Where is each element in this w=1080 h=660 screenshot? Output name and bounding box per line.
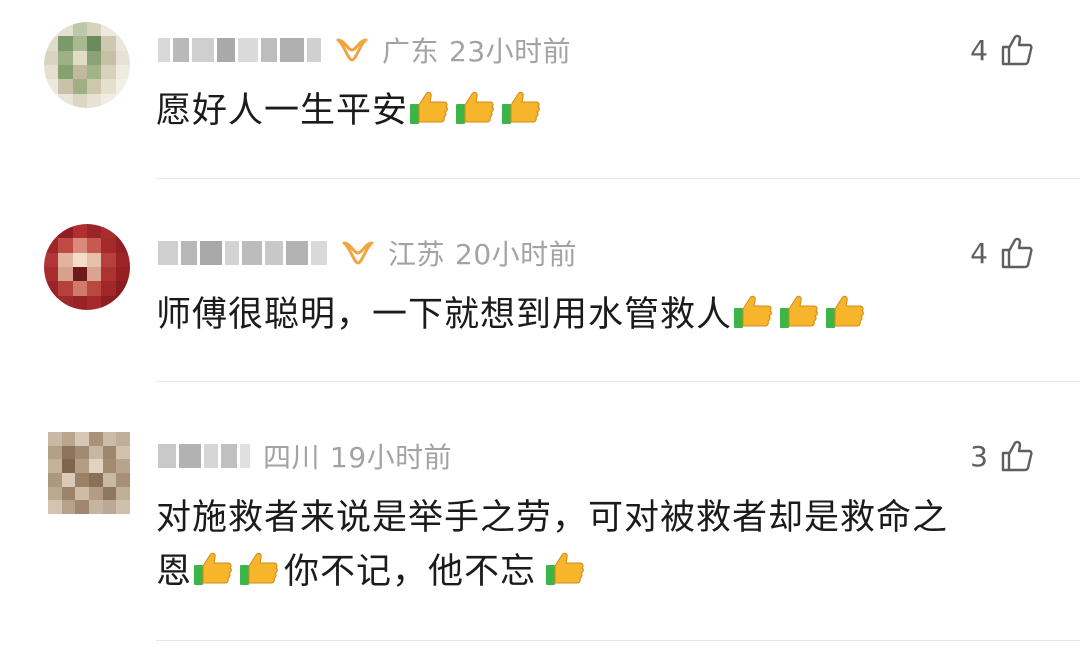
divider bbox=[156, 178, 1080, 179]
comment-meta: 广东 23小时前 bbox=[382, 30, 571, 70]
timestamp: 19小时前 bbox=[330, 441, 453, 474]
comment-text: 对施救者来说是举手之劳，可对被救者却是救命之 恩 你不记，他不忘 bbox=[156, 491, 1036, 599]
thumbs-up-emoji bbox=[410, 91, 448, 124]
thumbs-up-emoji bbox=[456, 91, 494, 124]
location: 四川 bbox=[263, 441, 321, 474]
thumbs-up-icon bbox=[1001, 237, 1033, 269]
thumbs-up-emoji bbox=[780, 295, 818, 328]
comment-header: 江苏 20小时前 bbox=[158, 233, 577, 273]
divider bbox=[156, 640, 1080, 641]
timestamp: 20小时前 bbox=[455, 238, 578, 271]
comment-body-line-1: 对施救者来说是举手之劳，可对被救者却是救命之 bbox=[156, 498, 949, 538]
comment-body-fragment: 你不记，他不忘 bbox=[284, 552, 537, 592]
username-blurred[interactable] bbox=[158, 238, 330, 268]
location: 广东 bbox=[382, 35, 440, 68]
location: 江苏 bbox=[388, 238, 446, 271]
avatar[interactable] bbox=[48, 432, 130, 514]
thumbs-up-emoji bbox=[826, 295, 864, 328]
like-button[interactable]: 4 bbox=[970, 30, 1034, 70]
like-count: 4 bbox=[970, 33, 988, 67]
comment-meta: 江苏 20小时前 bbox=[388, 233, 577, 273]
comment-text: 愿好人一生平安 bbox=[156, 84, 1036, 138]
timestamp: 23小时前 bbox=[449, 35, 572, 68]
comment-body-line-2: 恩 你不记，他不忘 bbox=[156, 545, 1036, 599]
thumbs-up-emoji bbox=[240, 552, 278, 585]
comment-body-fragment: 恩 bbox=[156, 552, 193, 592]
username-blurred[interactable] bbox=[158, 35, 324, 65]
thumbs-up-emoji bbox=[502, 91, 540, 124]
like-button[interactable]: 4 bbox=[970, 233, 1034, 273]
vip-loop-icon bbox=[336, 38, 368, 62]
comment-body: 师傅很聪明，一下就想到用水管救人 bbox=[156, 295, 733, 335]
comment-meta: 四川 19小时前 bbox=[263, 436, 452, 476]
comment-text: 师傅很聪明，一下就想到用水管救人 bbox=[156, 288, 1036, 342]
thumbs-up-emoji bbox=[546, 552, 584, 585]
divider bbox=[156, 381, 1080, 382]
comment-header: 四川 19小时前 bbox=[158, 436, 452, 476]
like-count: 3 bbox=[970, 439, 988, 473]
avatar[interactable] bbox=[44, 224, 130, 310]
thumbs-up-icon bbox=[1001, 34, 1033, 66]
thumbs-up-emoji bbox=[734, 295, 772, 328]
comment-header: 广东 23小时前 bbox=[158, 30, 571, 70]
username-blurred[interactable] bbox=[158, 441, 253, 471]
thumbs-up-emoji bbox=[194, 552, 232, 585]
like-count: 4 bbox=[970, 236, 988, 270]
comment-body: 愿好人一生平安 bbox=[156, 91, 409, 131]
avatar[interactable] bbox=[44, 22, 130, 108]
like-button[interactable]: 3 bbox=[970, 436, 1034, 476]
thumbs-up-icon bbox=[1001, 440, 1033, 472]
vip-loop-icon bbox=[342, 241, 374, 265]
